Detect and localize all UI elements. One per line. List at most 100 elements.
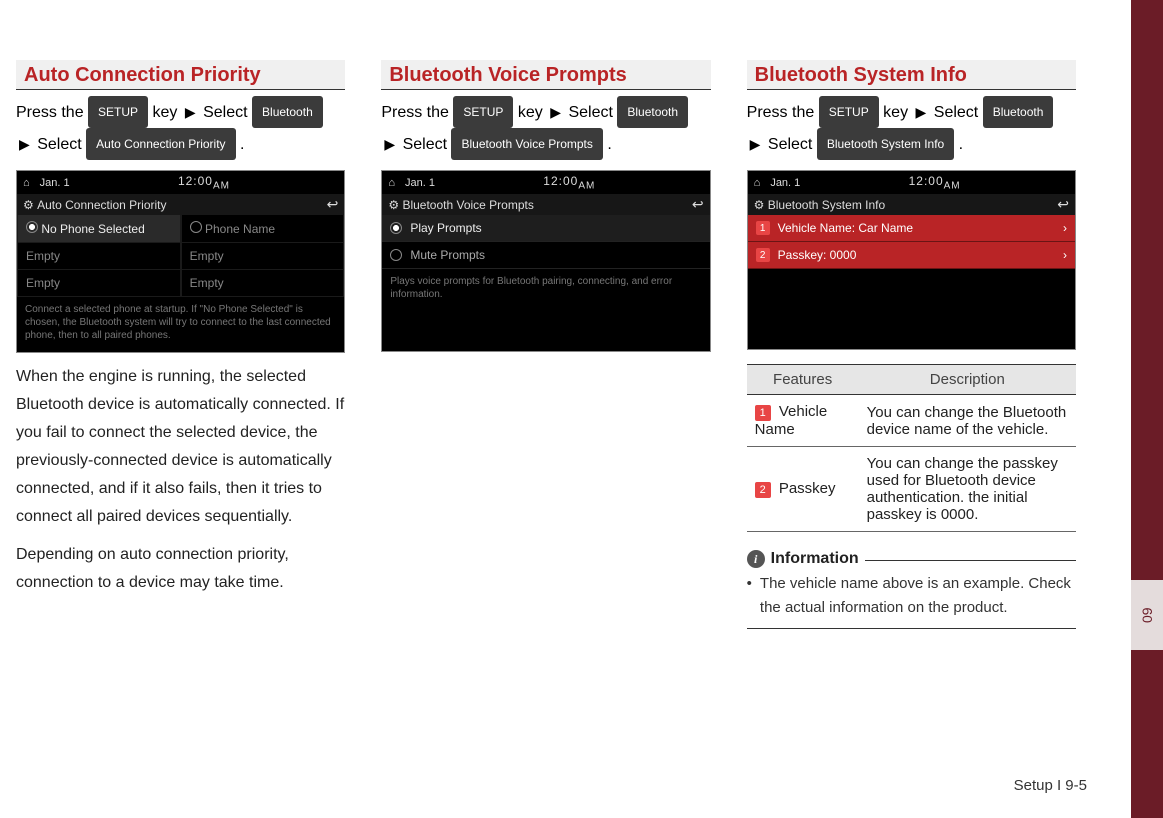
section-title-system-info: Bluetooth System Info (747, 60, 1076, 90)
information-bullet: • The vehicle name above is an example. … (747, 568, 1076, 629)
body-paragraph-1: When the engine is running, the selected… (16, 363, 345, 531)
screenshot-statusbar: ⌂ Jan. 1 12:00AM (17, 171, 344, 194)
text-key: key (883, 104, 908, 121)
text-press-the: Press the (747, 104, 815, 121)
menu-key-auto-connection: Auto Connection Priority (86, 128, 235, 160)
divider-line (865, 560, 1076, 561)
table-row: 1 Vehicle Name You can change the Blueto… (747, 395, 1076, 447)
bullet-dot: • (747, 572, 752, 620)
shot-row-passkey: 2Passkey: 0000› (748, 242, 1075, 269)
text-press-the: Press the (16, 104, 84, 121)
screenshot-titlebar: ⚙ Bluetooth System Info ↩ (748, 194, 1075, 215)
shot-row-vehicle-name: 1Vehicle Name: Car Name› (748, 215, 1075, 242)
arrow-icon: ▶ (16, 130, 33, 158)
td-feature-passkey: 2 Passkey (747, 447, 859, 532)
body-paragraph-2: Depending on auto connection priority, c… (16, 541, 345, 597)
text-select: Select (37, 136, 81, 153)
back-icon: ↩ (327, 196, 339, 213)
screenshot-titlebar: ⚙ Bluetooth Voice Prompts ↩ (382, 194, 709, 215)
th-description: Description (859, 365, 1076, 395)
instruction-voice-prompts: Press the SETUP key ▶ Select Bluetooth ▶… (381, 96, 710, 160)
column-voice-prompts: Bluetooth Voice Prompts Press the SETUP … (381, 60, 710, 629)
setup-key: SETUP (453, 96, 513, 128)
menu-key-system-info: Bluetooth System Info (817, 128, 954, 160)
screenshot-auto-connection: ⌂ Jan. 1 12:00AM ⚙ Auto Connection Prior… (16, 170, 345, 353)
shot-time: 12:00AM (543, 174, 595, 191)
bluetooth-key: Bluetooth (983, 96, 1054, 128)
home-icon: ⌂ (754, 177, 761, 189)
information-text: The vehicle name above is an example. Ch… (760, 572, 1076, 620)
information-label: Information (771, 550, 859, 568)
screenshot-statusbar: ⌂ Jan. 1 12:00AM (748, 171, 1075, 194)
chapter-tab: 09 (1131, 580, 1163, 650)
setup-key: SETUP (88, 96, 148, 128)
back-icon: ↩ (692, 196, 704, 213)
information-heading: i Information (747, 550, 1076, 568)
shot-option-play-prompts: Play Prompts (382, 215, 709, 242)
bluetooth-key: Bluetooth (252, 96, 323, 128)
shot-date: Jan. 1 (770, 177, 800, 189)
arrow-icon: ▶ (381, 130, 398, 158)
column-auto-connection: Auto Connection Priority Press the SETUP… (16, 60, 345, 629)
page-footer: Setup I 9-5 (1014, 777, 1087, 794)
instruction-auto-connection: Press the SETUP key ▶ Select Bluetooth ▶… (16, 96, 345, 160)
sidebar-strip (1131, 0, 1163, 818)
shot-empty-cell: Empty (17, 270, 181, 297)
shot-option-phone-name: Phone Name (181, 215, 345, 243)
screenshot-titlebar: ⚙ Auto Connection Priority ↩ (17, 194, 344, 215)
shot-time: 12:00AM (909, 174, 961, 191)
gear-icon: ⚙ (23, 198, 34, 212)
table-row: 2 Passkey You can change the passkey use… (747, 447, 1076, 532)
chevron-right-icon: › (1063, 248, 1067, 262)
home-icon: ⌂ (388, 177, 395, 189)
shot-hint-text: Connect a selected phone at startup. If … (17, 297, 344, 352)
shot-hint-text: Plays voice prompts for Bluetooth pairin… (382, 269, 709, 311)
column-system-info: Bluetooth System Info Press the SETUP ke… (747, 60, 1076, 629)
bluetooth-key: Bluetooth (617, 96, 688, 128)
text-press-the: Press the (381, 104, 449, 121)
arrow-icon: ▶ (913, 98, 930, 126)
shot-date: Jan. 1 (40, 177, 70, 189)
shot-title-text: Auto Connection Priority (37, 198, 166, 212)
shot-empty-cell: Empty (181, 243, 345, 270)
arrow-icon: ▶ (547, 98, 564, 126)
section-title-voice-prompts: Bluetooth Voice Prompts (381, 60, 710, 90)
shot-empty-cell: Empty (181, 270, 345, 297)
text-key: key (518, 104, 543, 121)
th-features: Features (747, 365, 859, 395)
shot-option-no-phone: No Phone Selected (17, 215, 181, 243)
screenshot-system-info: ⌂ Jan. 1 12:00AM ⚙ Bluetooth System Info… (747, 170, 1076, 350)
section-title-auto-connection: Auto Connection Priority (16, 60, 345, 90)
text-select: Select (934, 104, 978, 121)
text-key: key (153, 104, 178, 121)
setup-key: SETUP (819, 96, 879, 128)
info-icon: i (747, 550, 765, 568)
screenshot-statusbar: ⌂ Jan. 1 12:00AM (382, 171, 709, 194)
td-feature-vehicle-name: 1 Vehicle Name (747, 395, 859, 447)
td-desc-passkey: You can change the passkey used for Blue… (859, 447, 1076, 532)
text-select: Select (403, 136, 447, 153)
text-select: Select (203, 104, 247, 121)
shot-option-mute-prompts: Mute Prompts (382, 242, 709, 269)
page-content: Auto Connection Priority Press the SETUP… (0, 0, 1120, 629)
table-header-row: Features Description (747, 365, 1076, 395)
screenshot-voice-prompts: ⌂ Jan. 1 12:00AM ⚙ Bluetooth Voice Promp… (381, 170, 710, 352)
back-icon: ↩ (1057, 196, 1069, 213)
chevron-right-icon: › (1063, 221, 1067, 235)
gear-icon: ⚙ (754, 198, 765, 212)
arrow-icon: ▶ (747, 130, 764, 158)
features-table: Features Description 1 Vehicle Name You … (747, 364, 1076, 532)
td-desc-vehicle-name: You can change the Bluetooth device name… (859, 395, 1076, 447)
gear-icon: ⚙ (388, 198, 399, 212)
shot-title-text: Bluetooth System Info (768, 198, 885, 212)
shot-empty-cell: Empty (17, 243, 181, 270)
text-select: Select (568, 104, 612, 121)
home-icon: ⌂ (23, 177, 30, 189)
menu-key-voice-prompts: Bluetooth Voice Prompts (451, 128, 602, 160)
text-select: Select (768, 136, 812, 153)
shot-title-text: Bluetooth Voice Prompts (402, 198, 533, 212)
instruction-system-info: Press the SETUP key ▶ Select Bluetooth ▶… (747, 96, 1076, 160)
shot-time: 12:00AM (178, 174, 230, 191)
shot-date: Jan. 1 (405, 177, 435, 189)
arrow-icon: ▶ (182, 98, 199, 126)
